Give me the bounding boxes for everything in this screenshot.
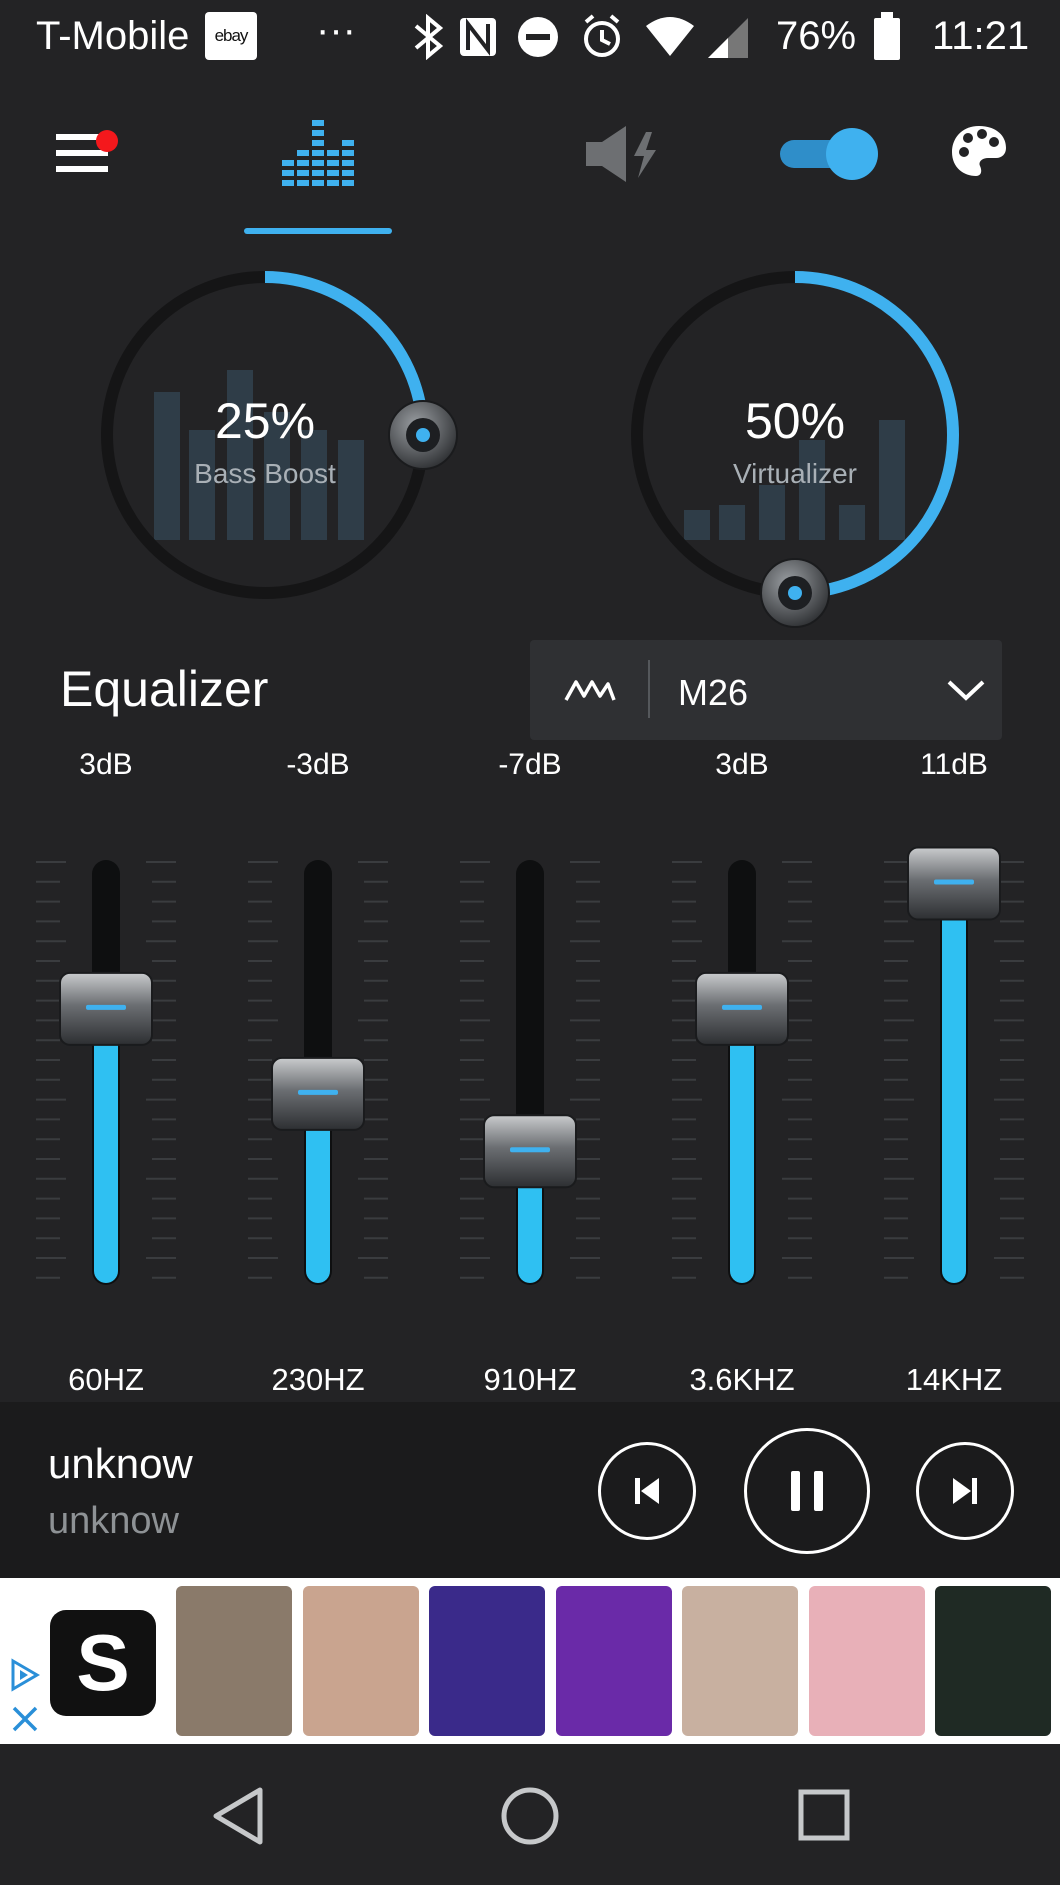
equalizer-title: Equalizer	[60, 661, 269, 717]
virtualizer-value: 50%	[744, 393, 846, 449]
eq-band-slider[interactable]	[672, 860, 812, 1285]
visualizer-bar	[684, 510, 710, 540]
band-frequency: 3.6KHZ	[689, 1362, 795, 1397]
slider-thumb-indicator	[722, 1004, 762, 1010]
curve-icon	[564, 680, 616, 701]
band-gain: 3dB	[79, 748, 133, 781]
bluetooth-icon	[414, 14, 444, 60]
status-icons	[414, 14, 748, 60]
track-title[interactable]: unknow	[48, 1440, 193, 1488]
equalizer-sliders	[36, 846, 1024, 1286]
eq-band-slider[interactable]	[460, 860, 600, 1285]
active-tab-indicator	[244, 228, 392, 234]
visualizer-bar	[338, 440, 364, 540]
slider-thumb-indicator	[934, 879, 974, 885]
home-icon[interactable]	[498, 1784, 562, 1848]
eq-band-slider[interactable]	[884, 846, 1024, 1286]
close-ad-icon[interactable]	[10, 1704, 40, 1734]
slider-thumb-indicator	[510, 1147, 550, 1153]
virtualizer-label: Virtualizer	[733, 458, 857, 489]
preset-name: M26	[678, 672, 749, 713]
status-bar: T-Mobile ebay ··· 76% 11:21	[0, 0, 1060, 76]
ad-photo-stars[interactable]	[935, 1586, 1051, 1736]
eq-band-slider[interactable]	[248, 860, 388, 1285]
play-pause-button[interactable]	[744, 1428, 870, 1554]
virtualizer-knob[interactable]	[631, 271, 959, 628]
equalizer-icon[interactable]	[282, 120, 356, 186]
signal-icon	[708, 18, 748, 58]
previous-button[interactable]	[598, 1442, 696, 1540]
ad-photo-necklace[interactable]	[808, 1586, 925, 1736]
next-icon	[953, 1478, 977, 1504]
slider-fill	[730, 1010, 754, 1283]
visualizer-bar	[719, 505, 745, 540]
band-gain: -3dB	[286, 748, 350, 781]
clock: 11:21	[932, 14, 1030, 58]
slider-fill	[94, 1010, 118, 1283]
knob-handle-dot	[788, 586, 802, 600]
slider-thumb-indicator	[298, 1089, 338, 1095]
band-gain: 11dB	[920, 748, 988, 781]
chevron-down-icon[interactable]	[946, 676, 986, 704]
next-button[interactable]	[916, 1442, 1014, 1540]
slider-thumb-indicator	[86, 1004, 126, 1010]
bass-boost-value: 25%	[214, 393, 316, 449]
band-frequency: 910HZ	[483, 1362, 577, 1397]
mini-player	[0, 1402, 1060, 1578]
ad-brand-logo[interactable]: S	[50, 1610, 156, 1716]
ad-photo-glasses[interactable]	[682, 1586, 798, 1736]
wifi-icon	[646, 17, 694, 56]
ad-photo-neon-heart[interactable]	[555, 1586, 672, 1736]
visualizer-bar	[839, 505, 865, 540]
palette-icon[interactable]	[950, 124, 1008, 178]
nfc-icon	[460, 18, 496, 56]
top-toolbar	[0, 90, 1060, 240]
recents-icon[interactable]	[796, 1786, 854, 1846]
adchoices-icon[interactable]	[8, 1658, 42, 1692]
track-artist: unknow	[48, 1500, 179, 1542]
carrier-name: T-Mobile	[36, 14, 190, 58]
ebay-notification-icon: ebay	[205, 12, 257, 60]
previous-icon	[635, 1478, 659, 1504]
battery-icon	[874, 12, 900, 60]
band-frequency: 14KHZ	[905, 1362, 1003, 1397]
band-gain: -7dB	[498, 748, 562, 781]
visualizer-bar	[799, 440, 825, 540]
band-frequency: 60HZ	[68, 1362, 144, 1397]
speaker-boost-icon[interactable]	[586, 126, 662, 182]
preset-divider	[648, 660, 650, 718]
overflow-indicator: ···	[316, 8, 356, 52]
visualizer-bar	[759, 485, 785, 540]
slider-fill	[942, 885, 966, 1283]
back-icon[interactable]	[208, 1784, 268, 1848]
bass-boost-label: Bass Boost	[194, 458, 336, 489]
band-frequency: 230HZ	[271, 1362, 365, 1397]
alarm-icon	[584, 14, 620, 57]
band-gain: 3dB	[715, 748, 769, 781]
notification-dot	[96, 130, 118, 152]
do-not-disturb-icon	[518, 17, 558, 57]
toggle-knob	[826, 128, 878, 180]
eq-band-slider[interactable]	[36, 860, 176, 1285]
ad-photo-jersey[interactable]	[176, 1586, 292, 1736]
ad-photo-disco[interactable]	[429, 1586, 545, 1736]
knob-handle-dot	[416, 428, 430, 442]
pause-icon	[791, 1471, 823, 1511]
ad-photo-portrait[interactable]	[302, 1586, 419, 1736]
battery-percent: 76%	[776, 14, 857, 58]
